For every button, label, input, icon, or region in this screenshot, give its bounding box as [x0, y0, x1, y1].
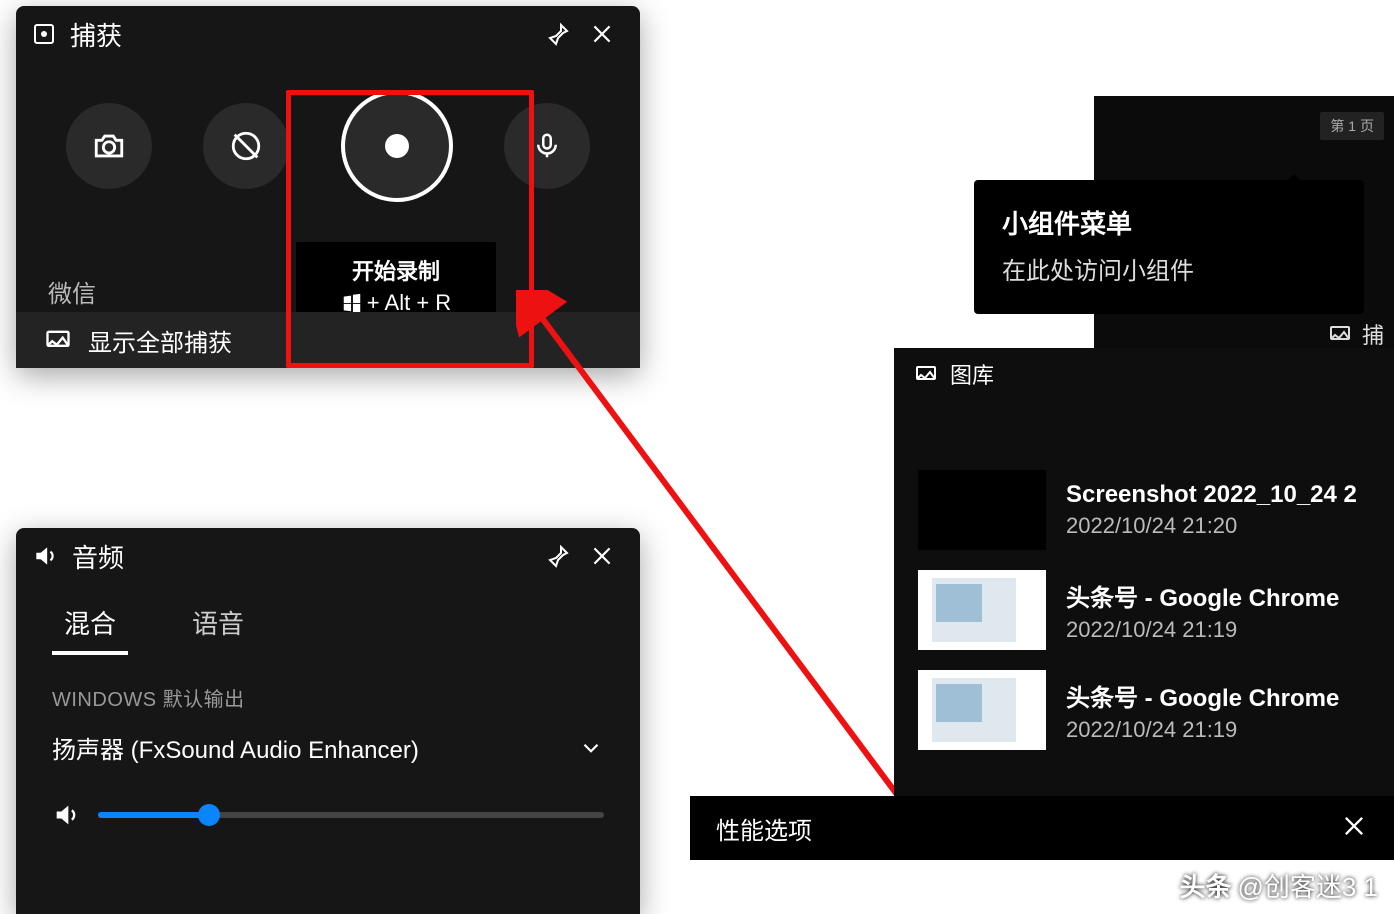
- performance-options-title: 性能选项: [716, 811, 812, 846]
- close-button[interactable]: [580, 12, 624, 56]
- microphone-icon: [532, 131, 562, 161]
- capture-title: 捕获: [70, 16, 122, 53]
- audio-title: 音频: [72, 538, 124, 575]
- gallery-titlebar: 图库: [894, 348, 1394, 400]
- capture-icon: [1328, 322, 1352, 346]
- volume-icon[interactable]: [52, 801, 80, 829]
- gallery-widget: 图库 Screenshot 2022_10_24 2 2022/10/24 21:…: [894, 348, 1394, 854]
- gallery-item[interactable]: Screenshot 2022_10_24 2 2022/10/24 21:20: [918, 470, 1394, 550]
- gallery-item-date: 2022/10/24 21:19: [1066, 617, 1339, 643]
- tab-mix[interactable]: 混合: [56, 592, 124, 655]
- camera-icon: [92, 129, 126, 163]
- gallery-item-meta: 头条号 - Google Chrome 2022/10/24 21:19: [1066, 678, 1339, 743]
- volume-slider-thumb[interactable]: [198, 804, 220, 826]
- page-tag: 第 1 页: [1320, 112, 1384, 140]
- capture-source-label: 微信: [48, 274, 96, 309]
- capture-app-icon: [32, 22, 56, 46]
- close-icon: [589, 21, 615, 47]
- record-dot-icon: [385, 134, 409, 158]
- output-device-row[interactable]: 扬声器 (FxSound Audio Enhancer): [16, 722, 640, 773]
- gallery-list: Screenshot 2022_10_24 2 2022/10/24 21:20 头…: [894, 400, 1394, 750]
- output-device-name: 扬声器 (FxSound Audio Enhancer): [52, 730, 419, 765]
- watermark-author: @创客迷3 1: [1237, 867, 1378, 904]
- volume-slider[interactable]: [98, 812, 604, 818]
- volume-slider-row: [16, 773, 640, 829]
- gallery-thumbnail: [918, 570, 1046, 650]
- gallery-title: 图库: [950, 358, 994, 390]
- audio-widget: 音频 混合 语音 WINDOWS 默认输出 扬声器 (FxSound Audio…: [16, 528, 640, 914]
- record-last-button[interactable]: [203, 103, 289, 189]
- performance-close-button[interactable]: [1340, 812, 1368, 845]
- gallery-thumbnail: [918, 470, 1046, 550]
- speaker-icon: [32, 543, 58, 569]
- gallery-icon: [44, 326, 72, 354]
- performance-options-bar: 性能选项: [690, 796, 1394, 860]
- gallery-item[interactable]: 头条号 - Google Chrome 2022/10/24 21:19: [918, 570, 1394, 650]
- gallery-item-date: 2022/10/24 21:20: [1066, 513, 1357, 539]
- pin-button[interactable]: [536, 12, 580, 56]
- record-tooltip-label: 开始录制: [304, 254, 488, 286]
- show-all-captures-label: 显示全部捕获: [88, 323, 232, 358]
- replay-disabled-icon: [229, 129, 263, 163]
- capture-titlebar: 捕获: [16, 6, 640, 62]
- close-icon: [589, 543, 615, 569]
- gallery-item-name: 头条号 - Google Chrome: [1066, 678, 1339, 713]
- start-recording-button[interactable]: [341, 90, 453, 202]
- gallery-item[interactable]: 头条号 - Google Chrome 2022/10/24 21:19: [918, 670, 1394, 750]
- tab-voice[interactable]: 语音: [184, 592, 252, 655]
- windows-key-icon: [341, 292, 363, 314]
- pin-icon: [546, 544, 570, 568]
- gallery-icon: [914, 362, 938, 386]
- gallery-item-name: Screenshot 2022_10_24 2: [1066, 481, 1357, 509]
- show-all-captures-button[interactable]: 显示全部捕获: [16, 312, 640, 368]
- tooltip-title: 小组件菜单: [1002, 204, 1336, 241]
- audio-titlebar: 音频: [16, 528, 640, 584]
- screenshot-button[interactable]: [66, 103, 152, 189]
- close-icon: [1340, 812, 1368, 840]
- gallery-item-date: 2022/10/24 21:19: [1066, 717, 1339, 743]
- bg-capture-row: 捕: [1328, 318, 1384, 350]
- tooltip-desc: 在此处访问小组件: [1002, 251, 1336, 286]
- capture-widget: 捕获 微信 开始录制 + Alt + R: [16, 6, 640, 368]
- gallery-item-meta: Screenshot 2022_10_24 2 2022/10/24 21:20: [1066, 481, 1357, 539]
- audio-close-button[interactable]: [580, 534, 624, 578]
- chevron-down-icon: [578, 735, 604, 761]
- pin-icon: [546, 22, 570, 46]
- audio-pin-button[interactable]: [536, 534, 580, 578]
- gallery-item-name: 头条号 - Google Chrome: [1066, 578, 1339, 613]
- audio-tabs: 混合 语音: [16, 584, 640, 655]
- microphone-button[interactable]: [504, 103, 590, 189]
- watermark: 头条 @创客迷3 1: [1179, 867, 1378, 904]
- gallery-thumbnail: [918, 670, 1046, 750]
- watermark-brand: 头条: [1179, 867, 1231, 904]
- output-section-label: WINDOWS 默认输出: [16, 655, 640, 722]
- gallery-item-meta: 头条号 - Google Chrome 2022/10/24 21:19: [1066, 578, 1339, 643]
- widget-menu-tooltip: 小组件菜单 在此处访问小组件: [974, 180, 1364, 314]
